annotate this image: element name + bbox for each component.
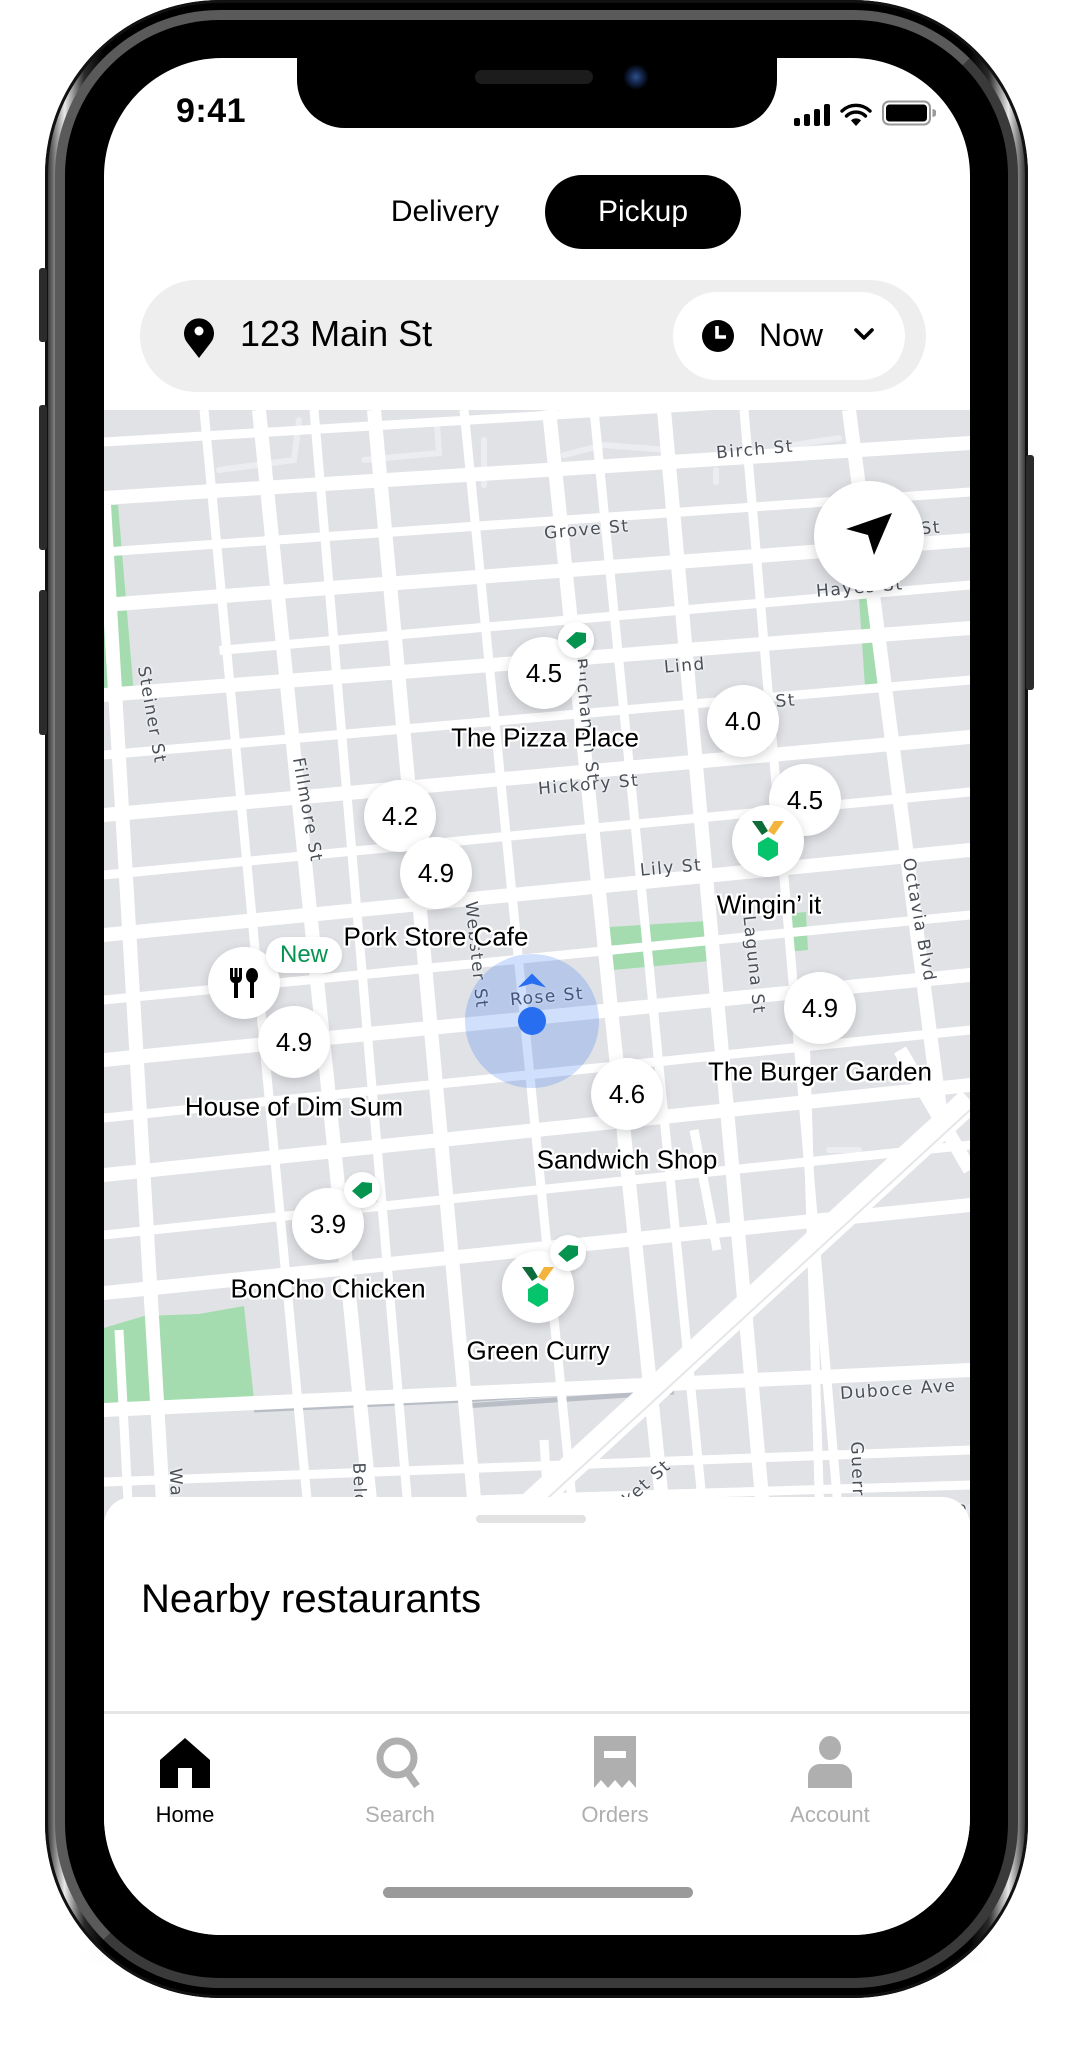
restaurant-label[interactable]: Pork Store Cafe [344,922,529,953]
address-text[interactable]: 123 Main St [240,313,432,355]
cellular-signal-icon [794,104,830,126]
search-icon [375,1728,425,1788]
tab-pickup[interactable]: Pickup [545,175,741,249]
location-bar[interactable]: 123 Main St Now [140,280,926,392]
promo-tag-icon [344,1172,380,1208]
tab-label: Account [790,1802,870,1827]
tab-label: Home [155,1802,215,1827]
promo-tag-icon [550,1235,586,1271]
sheet-title: Nearby restaurants [141,1577,482,1621]
restaurant-label[interactable]: The Burger Garden [708,1057,932,1088]
location-pin-icon [182,316,216,363]
restaurant-marker-pork-store-cafe[interactable]: 4.9 [400,837,472,909]
time-selector[interactable]: Now [673,292,905,380]
receipt-icon [594,1728,636,1788]
power-button [1026,455,1034,690]
recenter-button[interactable] [814,481,924,591]
chevron-down-icon [853,326,875,347]
sheet-drag-handle[interactable] [476,1515,586,1523]
status-time: 9:41 [176,92,247,130]
tab-search[interactable]: Search [330,1728,470,1848]
tab-label: Orders [581,1802,649,1827]
heading-arrow-icon [518,973,546,993]
tab-orders[interactable]: Orders [545,1728,685,1848]
mute-switch [39,268,47,342]
clock-icon [701,319,735,358]
street-label: Lind [663,654,707,678]
user-location-dot [518,1007,546,1035]
restaurant-label[interactable]: Wingin’ it [717,890,822,921]
restaurant-marker-house-of-dim-sum[interactable]: 4.9 [258,1006,330,1078]
wifi-icon [840,102,872,126]
home-icon [160,1728,210,1788]
restaurant-label[interactable]: House of Dim Sum [185,1092,403,1123]
restaurant-label[interactable]: BonCho Chicken [230,1274,425,1305]
front-camera [623,64,649,90]
mode-toggle: Delivery Pickup [104,175,970,249]
tab-account[interactable]: Account [760,1728,900,1848]
restaurant-marker-burger-garden[interactable]: 4.9 [784,972,856,1044]
restaurant-label[interactable]: Sandwich Shop [537,1145,718,1176]
battery-icon [882,100,936,126]
time-value: Now [759,317,824,353]
person-icon [808,1728,852,1788]
restaurant-label[interactable]: Green Curry [466,1336,609,1367]
restaurant-marker[interactable]: 4.0 [707,685,779,757]
wingin-it-logo[interactable] [732,805,804,877]
speaker-grille [475,70,593,84]
navigation-arrow-icon [844,511,894,562]
app-screen: 9:41 Delivery Pickup 123 Main St Now Bir… [104,58,970,1935]
tab-label: Search [365,1802,435,1827]
notch [297,58,777,128]
restaurant-marker-sandwich-shop[interactable]: 4.6 [591,1058,663,1130]
new-badge: New [265,937,343,973]
map-view[interactable]: Birch St Grove St Hayes St Ivy St Lind F… [104,410,970,1520]
volume-down-button [39,590,47,735]
restaurant-label[interactable]: The Pizza Place [451,723,639,754]
promo-tag-icon [558,622,594,658]
status-icons [794,98,936,126]
tab-home[interactable]: Home [115,1728,255,1848]
home-indicator[interactable] [383,1887,693,1898]
volume-up-button [39,405,47,550]
tab-delivery[interactable]: Delivery [340,175,550,249]
tab-bar: Home Search Orders Account [104,1711,970,1935]
